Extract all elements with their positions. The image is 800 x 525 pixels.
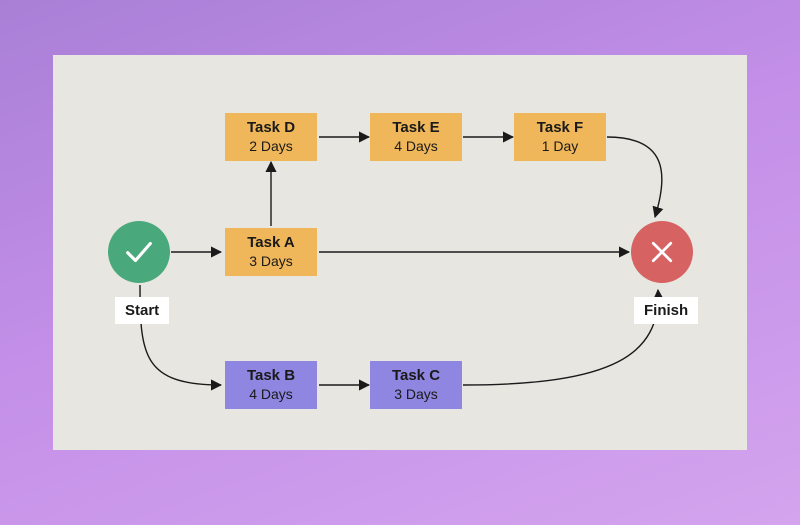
finish-node	[631, 221, 693, 283]
task-b: Task B 4 Days	[225, 361, 317, 409]
x-icon	[647, 237, 677, 267]
task-f: Task F 1 Day	[514, 113, 606, 161]
task-f-title: Task F	[537, 119, 583, 138]
task-e-days: 4 Days	[394, 138, 438, 156]
task-e: Task E 4 Days	[370, 113, 462, 161]
task-a-title: Task A	[247, 234, 295, 253]
task-b-title: Task B	[247, 367, 295, 386]
task-a: Task A 3 Days	[225, 228, 317, 276]
task-c: Task C 3 Days	[370, 361, 462, 409]
task-c-days: 3 Days	[394, 386, 438, 404]
check-icon	[122, 235, 156, 269]
start-node	[108, 221, 170, 283]
page-background: Start Finish Task A 3 Days Task D 2 Days…	[0, 0, 800, 525]
task-d-title: Task D	[247, 119, 295, 138]
task-d-days: 2 Days	[249, 138, 293, 156]
task-e-title: Task E	[392, 119, 439, 138]
finish-label: Finish	[634, 297, 698, 324]
task-b-days: 4 Days	[249, 386, 293, 404]
task-d: Task D 2 Days	[225, 113, 317, 161]
diagram-canvas: Start Finish Task A 3 Days Task D 2 Days…	[53, 55, 747, 450]
task-c-title: Task C	[392, 367, 440, 386]
task-a-days: 3 Days	[249, 253, 293, 271]
start-label: Start	[115, 297, 169, 324]
task-f-days: 1 Day	[542, 138, 579, 156]
